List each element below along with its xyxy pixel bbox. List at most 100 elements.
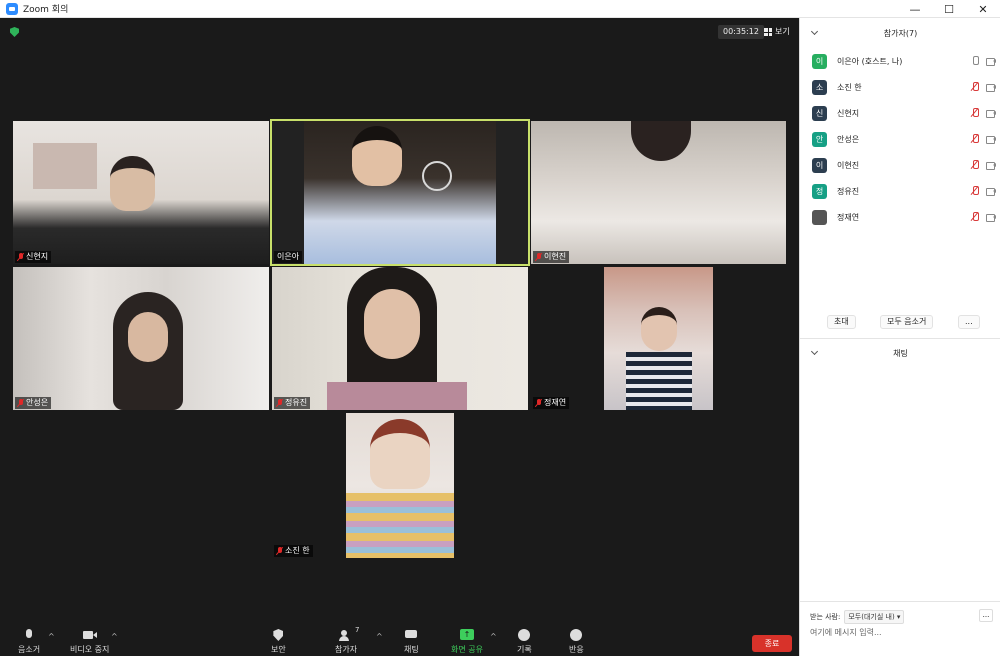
avatar: 정: [812, 183, 827, 199]
send-to-dropdown[interactable]: 모두(대기실 내) ▾: [844, 610, 905, 624]
chat-title: 채팅: [893, 348, 908, 358]
video-camera-icon[interactable]: [986, 187, 997, 196]
participant-name: 이현진: [837, 160, 860, 170]
mute-button[interactable]: 음소거: [18, 629, 40, 655]
minimize-button[interactable]: —: [898, 0, 932, 18]
video-tile[interactable]: 정재연: [531, 267, 786, 410]
chat-button[interactable]: 채팅: [404, 629, 419, 655]
mic-muted-icon: [277, 399, 283, 407]
tile-name-tag: 신현지: [15, 251, 52, 263]
video-tile[interactable]: 신현지: [13, 121, 269, 264]
microphone-icon[interactable]: [970, 56, 980, 66]
view-button[interactable]: 보기: [764, 25, 790, 39]
zoom-app-icon: [6, 2, 18, 15]
collapse-chevron-icon[interactable]: [810, 347, 819, 356]
record-button[interactable]: 기록: [517, 629, 532, 655]
side-panel: 참가자(7) 이 이은아 (호스트, 나) 소 소진 한 신 신현지 안 안성은 이 이현진 정 정유…: [799, 18, 1000, 656]
video-tile[interactable]: 정유진: [272, 267, 528, 410]
reactions-button[interactable]: 반응: [569, 629, 584, 655]
chat-composer: 받는 사람: 모두(대기실 내) ▾ ... 여기에 메시지 입력...: [800, 601, 1000, 656]
chat-input[interactable]: 여기에 메시지 입력...: [810, 627, 882, 638]
tile-name-tag: 정재연: [533, 397, 570, 409]
participant-name: 소진 한: [837, 82, 862, 92]
security-button[interactable]: 보안: [271, 629, 286, 655]
participants-label: 참가자: [335, 645, 358, 654]
participant-row[interactable]: 소 소진 한: [812, 78, 997, 96]
participant-shirt: [327, 382, 467, 410]
share-screen-icon: ↑: [459, 629, 474, 641]
tile-name: 소진 한: [285, 546, 310, 555]
video-tile[interactable]: 소진 한: [272, 413, 528, 558]
window-controls: — ☐ ✕: [898, 0, 1000, 18]
participants-options-caret[interactable]: ^: [376, 632, 383, 641]
microphone-muted-icon[interactable]: [970, 186, 980, 196]
tile-name-tag: 안성은: [15, 397, 52, 409]
grid-icon: [764, 28, 772, 36]
meeting-area: 00:35:12 보기 신현지 이은아 이현진 안성은 정유진 정재연 소진 한: [0, 18, 799, 656]
microphone-muted-icon[interactable]: [970, 82, 980, 92]
shield-icon[interactable]: [10, 27, 19, 37]
participant-row[interactable]: 정 정유진: [812, 182, 997, 200]
meeting-timer: 00:35:12: [718, 25, 764, 39]
participant-shirt: [626, 352, 692, 410]
share-options-caret[interactable]: ^: [490, 632, 497, 641]
tile-name: 정재연: [544, 398, 567, 407]
mute-label: 음소거: [18, 645, 41, 654]
collapse-chevron-icon[interactable]: [810, 27, 819, 36]
avatar: 소: [812, 79, 827, 95]
fan-object: [422, 161, 452, 191]
video-camera-icon[interactable]: [986, 135, 997, 144]
title-bar: Zoom 회의 — ☐ ✕: [0, 0, 1000, 18]
video-tile[interactable]: 이현진: [531, 121, 786, 264]
video-camera-icon[interactable]: [986, 57, 997, 66]
meeting-toolbar: 음소거 ^ 비디오 중지 ^ 보안 7 참가자 ^ 채팅 ↑ 화면 공유 ^ 기…: [0, 620, 799, 656]
participants-more-button[interactable]: ...: [958, 315, 980, 329]
video-tile[interactable]: 안성은: [13, 267, 269, 410]
participant-face: [641, 307, 677, 351]
send-to-value: 모두(대기실 내): [848, 613, 895, 621]
wall-photos: [33, 143, 97, 189]
video-tile-active-speaker[interactable]: 이은아: [270, 119, 530, 266]
reactions-label: 반응: [569, 645, 584, 654]
video-camera-icon[interactable]: [986, 83, 997, 92]
share-screen-button[interactable]: ↑ 화면 공유: [451, 629, 483, 655]
avatar: 신: [812, 105, 827, 121]
window-title: Zoom 회의: [23, 5, 69, 15]
participant-name: 안성은: [837, 134, 860, 144]
video-camera-icon: [82, 629, 97, 641]
video-camera-icon[interactable]: [986, 213, 997, 222]
video-camera-icon[interactable]: [986, 161, 997, 170]
video-options-caret[interactable]: ^: [111, 632, 118, 641]
mute-all-button[interactable]: 모두 음소거: [880, 315, 934, 329]
participant-row[interactable]: 이 이현진: [812, 156, 997, 174]
mic-muted-icon: [277, 547, 283, 555]
tile-name: 이은아: [277, 252, 300, 261]
video-camera-icon[interactable]: [986, 109, 997, 118]
maximize-button[interactable]: ☐: [932, 0, 966, 18]
participants-button[interactable]: 7 참가자: [335, 626, 360, 655]
close-button[interactable]: ✕: [966, 0, 1000, 18]
mute-options-caret[interactable]: ^: [48, 632, 55, 641]
chat-bubble-icon: [404, 629, 418, 641]
participant-face: [352, 126, 402, 186]
tile-name-tag: 이은아: [274, 251, 303, 263]
participant-row[interactable]: 정재연: [812, 208, 997, 226]
security-label: 보안: [271, 645, 286, 654]
panel-divider: [800, 338, 1000, 339]
microphone-muted-icon[interactable]: [970, 108, 980, 118]
participant-name: 정재연: [837, 212, 860, 222]
video-button[interactable]: 비디오 중지: [70, 629, 109, 655]
chat-more-button[interactable]: ...: [979, 609, 993, 622]
participant-row[interactable]: 이 이은아 (호스트, 나): [812, 52, 997, 70]
microphone-muted-icon[interactable]: [970, 212, 980, 222]
invite-button[interactable]: 초대: [827, 315, 856, 329]
mic-muted-icon: [18, 399, 24, 407]
participants-count: 7: [355, 626, 360, 634]
participant-row[interactable]: 신 신현지: [812, 104, 997, 122]
end-meeting-button[interactable]: 종료: [752, 635, 792, 652]
microphone-muted-icon[interactable]: [970, 134, 980, 144]
avatar: [812, 209, 827, 225]
participant-face: [370, 419, 430, 489]
microphone-muted-icon[interactable]: [970, 160, 980, 170]
participant-row[interactable]: 안 안성은: [812, 130, 997, 148]
